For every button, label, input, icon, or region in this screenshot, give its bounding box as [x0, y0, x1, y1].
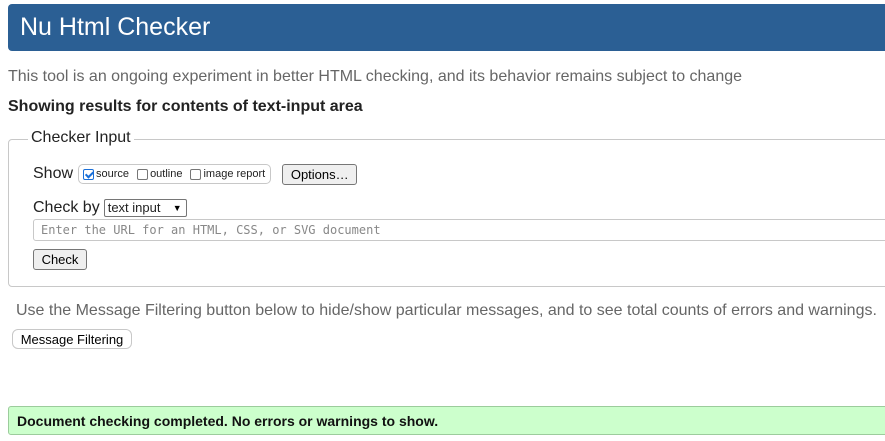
image-report-checkbox[interactable]: [190, 168, 202, 180]
page: Nu Html Checker This tool is an ongoing …: [0, 0, 885, 441]
source-checkbox-label: source: [96, 168, 130, 180]
check-by-select[interactable]: text input ▼: [103, 198, 187, 217]
source-checkbox[interactable]: [83, 168, 95, 180]
chevron-down-icon: ▼: [172, 202, 182, 213]
check-by-selected-value: text input: [107, 200, 161, 215]
page-title: Nu Html Checker: [20, 13, 211, 41]
options-button[interactable]: Options…: [282, 163, 358, 185]
outline-checkbox[interactable]: [137, 168, 149, 180]
show-image-report-option[interactable]: image report: [190, 168, 265, 180]
header-bar: Nu Html Checker: [8, 4, 885, 51]
results-heading: Showing results for contents of text-inp…: [8, 98, 363, 115]
check-by-label: Check by: [33, 198, 100, 216]
show-source-option[interactable]: source: [83, 168, 129, 180]
image-report-checkbox-label: image report: [203, 168, 266, 180]
check-by-row: Check by text input ▼: [33, 197, 187, 218]
url-input[interactable]: Enter the URL for an HTML, CSS, or SVG d…: [33, 219, 885, 241]
message-filtering-button[interactable]: Message Filtering: [12, 329, 132, 349]
checker-input-legend: Checker Input: [28, 129, 134, 147]
url-input-placeholder: Enter the URL for an HTML, CSS, or SVG d…: [41, 223, 381, 237]
message-filtering-hint: Use the Message Filtering button below t…: [16, 302, 877, 319]
outline-checkbox-label: outline: [150, 168, 183, 180]
show-options-row: Show source outline image report Options…: [33, 163, 358, 185]
status-message: Document checking completed. No errors o…: [8, 406, 885, 435]
intro-text: This tool is an ongoing experiment in be…: [8, 68, 743, 85]
show-label: Show: [33, 165, 74, 182]
show-outline-option[interactable]: outline: [137, 168, 182, 180]
check-button[interactable]: Check: [33, 249, 87, 270]
show-options-group: source outline image report: [78, 164, 272, 184]
